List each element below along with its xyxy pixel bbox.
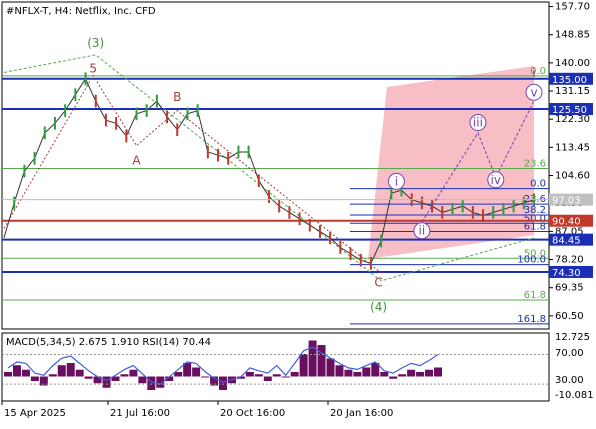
macd-bar <box>129 369 138 377</box>
macd-bar <box>138 376 147 384</box>
fib-blue-label: 61.8 <box>524 222 546 233</box>
macd-bar <box>4 372 12 377</box>
current-price-tag: 97.03 <box>552 196 581 207</box>
macd-bar <box>57 365 66 377</box>
macd-bar <box>398 374 407 377</box>
y-tick-label: 104.60 <box>555 171 590 182</box>
macd-bar <box>245 372 254 377</box>
level-tag-label: 74.30 <box>552 268 581 279</box>
wave-label-(3): (3) <box>87 36 104 50</box>
macd-bar <box>263 376 272 381</box>
y-tick-label: 148.85 <box>555 30 590 41</box>
y-tick-label: 78.20 <box>555 255 584 266</box>
wave-label-5: 5 <box>89 61 97 75</box>
x-tick-label: 20 Oct 16:00 <box>220 408 285 419</box>
y-tick-label: 157.70 <box>555 2 590 13</box>
x-tick-label: 20 Jan 16:00 <box>330 408 393 419</box>
macd-bar <box>299 354 308 377</box>
macd-bar <box>407 369 416 377</box>
macd-bar <box>416 372 425 377</box>
wave-label-iii: iii <box>473 116 483 130</box>
indicator-tick-label: 70.00 <box>555 348 584 359</box>
chart-window: 0.023.650.061.80.023.638.250.061.8100.01… <box>0 0 596 425</box>
wave-label-v: v <box>530 85 537 99</box>
nflx-h4-chart: 0.023.650.061.80.023.638.250.061.8100.01… <box>0 0 596 425</box>
wave-label-i: i <box>395 174 398 188</box>
macd-bar <box>75 369 84 377</box>
macd-bar <box>219 376 227 390</box>
macd-bar <box>380 372 389 377</box>
macd-bar <box>434 367 442 377</box>
macd-bar <box>281 376 290 378</box>
macd-bar <box>272 374 281 377</box>
macd-bar <box>30 376 39 381</box>
macd-bar <box>66 363 75 377</box>
macd-bar <box>290 372 299 377</box>
macd-bar <box>84 376 93 379</box>
level-tag-label: 84.45 <box>552 236 581 247</box>
macd-bar <box>48 374 57 377</box>
y-tick-label: 131.15 <box>555 86 590 97</box>
chart-title: #NFLX-T, H4: Netflix, Inc. CFD <box>6 6 156 17</box>
indicator-tick-label: 12.725 <box>555 332 590 343</box>
indicator-label: MACD(5,34,5) 2.675 1.910 RSI(14) 70.44 <box>6 337 211 348</box>
y-tick-label: 140.00 <box>555 58 590 69</box>
y-tick-label: 113.45 <box>555 142 590 153</box>
macd-bar <box>12 365 21 377</box>
macd-bar <box>389 376 398 379</box>
macd-bar <box>254 374 263 377</box>
macd-bar <box>21 369 30 377</box>
fib-blue-label: 100.0 <box>517 255 546 266</box>
macd-bar <box>326 358 335 377</box>
y-tick-label: 60.50 <box>555 311 584 322</box>
fib-blue-label: 161.8 <box>517 314 546 325</box>
fib-green-label: 23.6 <box>524 159 546 170</box>
macd-bar <box>201 376 210 378</box>
wave-target-zone <box>368 66 534 259</box>
level-tag-label: 135.00 <box>552 75 587 86</box>
macd-bar <box>425 369 434 377</box>
wave-label-i: i <box>532 66 535 80</box>
level-tag-label: 90.40 <box>552 217 581 228</box>
wave-label-ii: ii <box>419 224 426 238</box>
wave-label-C: C <box>374 275 382 289</box>
macd-bar <box>335 365 344 377</box>
fib-blue-label: 0.0 <box>530 179 546 190</box>
macd-bar <box>353 372 362 377</box>
macd-bar <box>317 345 326 377</box>
fib-green-label: 61.8 <box>524 290 546 301</box>
indicator-tick-label: 30.00 <box>555 375 584 386</box>
macd-bar <box>308 340 317 377</box>
y-tick-label: 69.35 <box>555 283 584 294</box>
macd-bar <box>344 369 353 377</box>
macd-bar <box>120 374 129 377</box>
wave-label-(4): (4) <box>370 300 387 314</box>
wave-label-A: A <box>132 154 141 168</box>
x-tick-label: 15 Apr 2025 <box>4 408 66 419</box>
wave-label-iv: iv <box>491 173 501 187</box>
macd-bar <box>192 367 201 377</box>
wave-label-B: B <box>173 90 181 104</box>
level-tag-label: 125.50 <box>552 105 587 116</box>
indicator-tick-label: -10.081 <box>555 390 594 401</box>
macd-bar <box>362 367 371 377</box>
x-tick-label: 21 Jul 16:00 <box>110 408 170 419</box>
macd-bar <box>174 372 183 377</box>
